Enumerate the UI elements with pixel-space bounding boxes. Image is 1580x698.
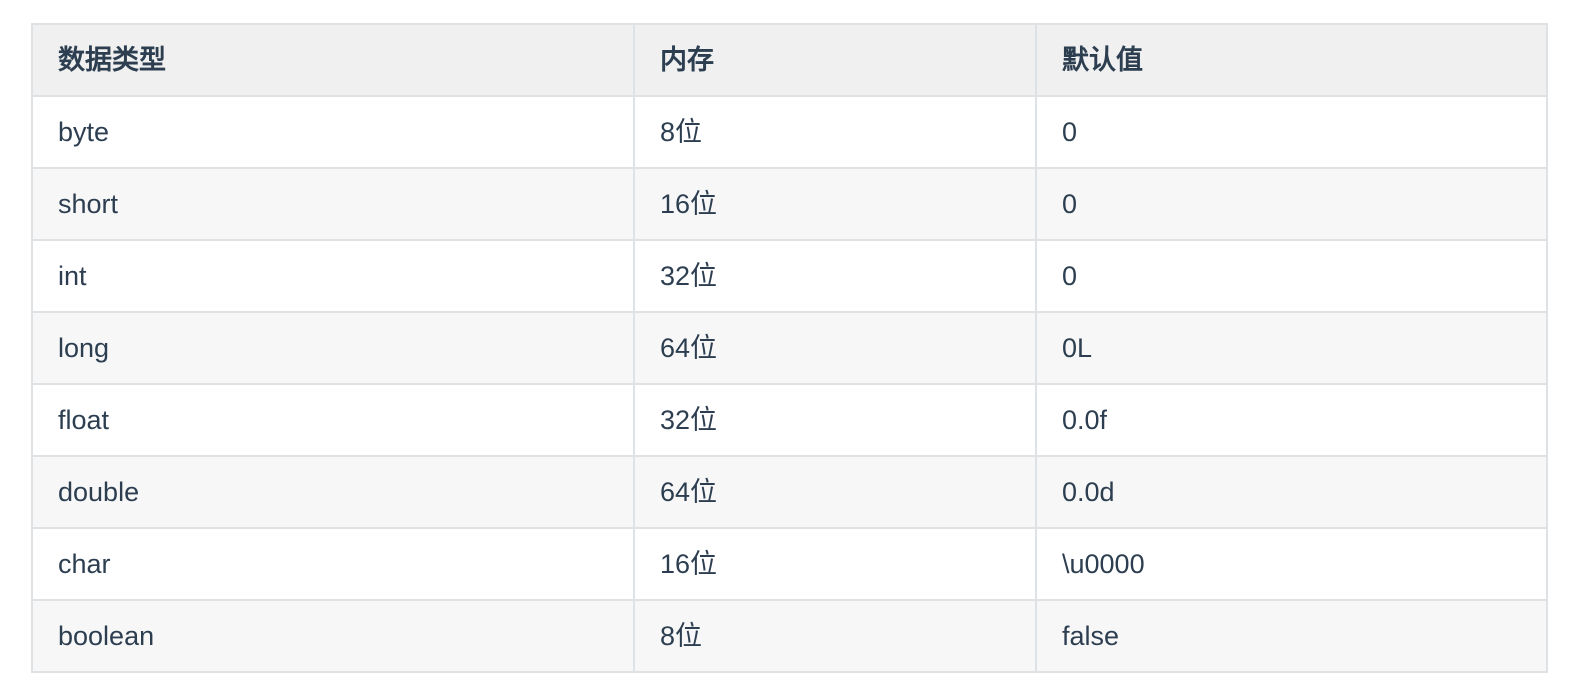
- table-row: int 32位 0: [31, 239, 1548, 313]
- cell-memory: 32位: [633, 239, 1037, 313]
- cell-default-value: 0: [1035, 95, 1548, 169]
- cell-memory: 8位: [633, 599, 1037, 673]
- cell-data-type: boolean: [31, 599, 635, 673]
- data-types-table-container: 数据类型 内存 默认值 byte 8位 0 short 16位 0 int 32…: [31, 23, 1548, 673]
- data-types-table: 数据类型 内存 默认值 byte 8位 0 short 16位 0 int 32…: [31, 23, 1548, 673]
- cell-data-type: byte: [31, 95, 635, 169]
- table-row: boolean 8位 false: [31, 599, 1548, 673]
- cell-data-type: double: [31, 455, 635, 529]
- cell-default-value: false: [1035, 599, 1548, 673]
- cell-memory: 16位: [633, 527, 1037, 601]
- table-body: byte 8位 0 short 16位 0 int 32位 0 long 64位…: [31, 95, 1548, 673]
- header-default-value: 默认值: [1035, 23, 1548, 97]
- table-header: 数据类型 内存 默认值: [31, 23, 1548, 97]
- cell-default-value: \u0000: [1035, 527, 1548, 601]
- cell-memory: 8位: [633, 95, 1037, 169]
- cell-default-value: 0: [1035, 239, 1548, 313]
- cell-data-type: long: [31, 311, 635, 385]
- table-row: long 64位 0L: [31, 311, 1548, 385]
- cell-data-type: char: [31, 527, 635, 601]
- cell-default-value: 0.0d: [1035, 455, 1548, 529]
- cell-memory: 16位: [633, 167, 1037, 241]
- cell-data-type: float: [31, 383, 635, 457]
- header-row: 数据类型 内存 默认值: [31, 23, 1548, 97]
- cell-memory: 32位: [633, 383, 1037, 457]
- table-row: double 64位 0.0d: [31, 455, 1548, 529]
- cell-default-value: 0L: [1035, 311, 1548, 385]
- table-row: byte 8位 0: [31, 95, 1548, 169]
- cell-data-type: int: [31, 239, 635, 313]
- cell-default-value: 0: [1035, 167, 1548, 241]
- cell-memory: 64位: [633, 311, 1037, 385]
- table-row: char 16位 \u0000: [31, 527, 1548, 601]
- cell-data-type: short: [31, 167, 635, 241]
- table-row: float 32位 0.0f: [31, 383, 1548, 457]
- cell-memory: 64位: [633, 455, 1037, 529]
- header-memory: 内存: [633, 23, 1037, 97]
- cell-default-value: 0.0f: [1035, 383, 1548, 457]
- header-data-type: 数据类型: [31, 23, 635, 97]
- table-row: short 16位 0: [31, 167, 1548, 241]
